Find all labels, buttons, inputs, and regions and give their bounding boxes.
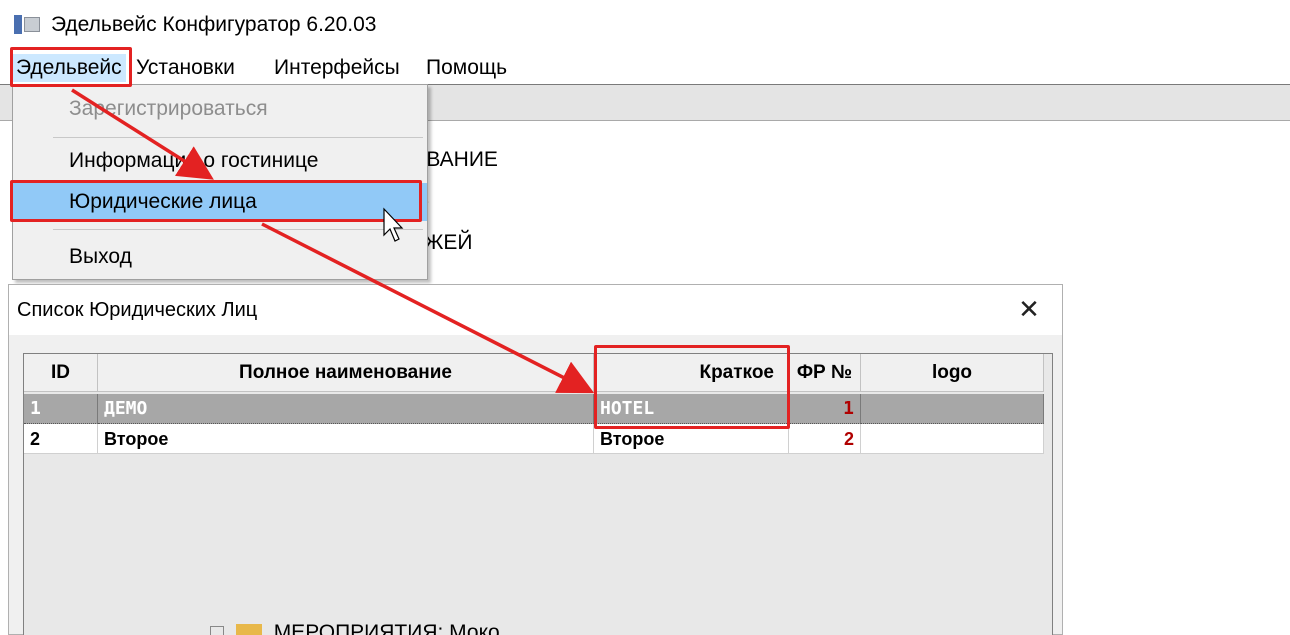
menu-separator <box>53 137 423 138</box>
legal-entities-dialog: Список Юридических Лиц ✕ ID Полное наиме… <box>8 284 1063 635</box>
app-icon <box>14 15 40 34</box>
dialog-title-bar: Список Юридических Лиц ✕ <box>9 285 1062 335</box>
menu-help[interactable]: Помощь <box>422 54 511 82</box>
cell-logo[interactable] <box>861 424 1044 454</box>
menu-separator <box>53 229 423 230</box>
window-title: Эдельвейс Конфигуратор 6.20.03 <box>51 13 377 36</box>
menu-item-exit[interactable]: Выход <box>13 238 427 276</box>
menu-settings[interactable]: Установки <box>132 54 239 82</box>
cell-fr-number[interactable]: 2 <box>789 424 861 454</box>
close-icon[interactable]: ✕ <box>1014 293 1044 325</box>
folder-icon <box>235 624 262 635</box>
background-tree-item: МЕРОПРИЯТИЯ: Моко <box>210 621 500 635</box>
column-header-logo[interactable]: logo <box>861 354 1044 392</box>
cell-id[interactable]: 2 <box>24 424 98 454</box>
table-header: ID Полное наименование Краткое ФР № logo <box>24 354 1044 392</box>
cell-logo[interactable] <box>861 394 1044 424</box>
table-row[interactable]: 1 ДЕМО HOTEL 1 <box>24 394 1044 424</box>
dialog-title: Список Юридических Лиц <box>17 299 258 321</box>
highlight-menu-edelweiss <box>10 47 132 87</box>
highlight-legal-entities-item <box>10 180 422 222</box>
expand-icon <box>210 626 224 635</box>
cell-fr-number[interactable]: 1 <box>789 394 861 424</box>
menu-interfaces[interactable]: Интерфейсы <box>270 54 404 82</box>
cell-full-name[interactable]: Второе <box>98 424 594 454</box>
window-title-bar: Эдельвейс Конфигуратор 6.20.03 <box>0 0 1290 48</box>
legal-entities-table[interactable]: ID Полное наименование Краткое ФР № logo… <box>23 353 1053 635</box>
column-header-fr-number[interactable]: ФР № <box>789 354 861 392</box>
column-header-full-name[interactable]: Полное наименование <box>98 354 594 392</box>
menu-item-hotel-info[interactable]: Информация о гостинице <box>13 142 427 180</box>
highlight-short-name-column <box>594 345 790 429</box>
column-header-id[interactable]: ID <box>24 354 98 392</box>
tree-item-label: МЕРОПРИЯТИЯ: Моко <box>273 621 500 635</box>
menu-item-register[interactable]: Зарегистрироваться <box>13 90 427 128</box>
cell-id[interactable]: 1 <box>24 394 98 424</box>
table-row[interactable]: 2 Второе Второе 2 <box>24 424 1044 454</box>
menu-bar: Эдельвейс Установки Интерфейсы Помощь <box>0 48 1290 84</box>
cell-full-name[interactable]: ДЕМО <box>98 394 594 424</box>
